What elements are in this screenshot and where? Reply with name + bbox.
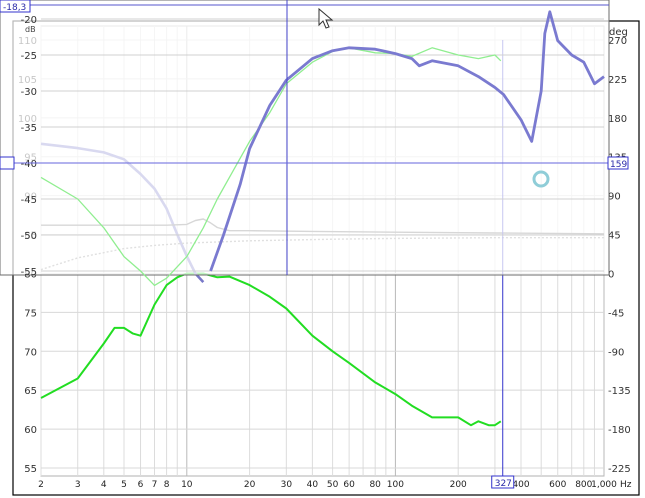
right-axis-tick-label: 180	[608, 114, 627, 125]
left-axis-tick-label: 75	[24, 308, 37, 319]
right-axis-tick-label: -90	[608, 347, 624, 358]
x-axis-tick-label: 6	[138, 480, 144, 490]
right-axis-tick-label: -180	[608, 425, 631, 436]
overlay-graph-panel[interactable]	[0, 0, 610, 276]
x-axis-unit: Hz	[620, 480, 632, 490]
x-axis-tick-label: 80	[369, 480, 381, 490]
cursor-frequency-value: 327	[495, 479, 512, 489]
overlay-axis-tick-label: -25	[21, 51, 37, 62]
overlay-axis-tick-label: -35	[21, 123, 37, 134]
overlay-axis-unit: dB	[25, 25, 36, 34]
right-axis-tick-label: -225	[608, 464, 631, 475]
x-axis-tick-label: 800	[575, 480, 592, 490]
overlay-axis-tick-label: -45	[21, 195, 37, 206]
x-axis-tick-label: 7	[152, 480, 158, 490]
x-axis-tick-label: 30	[281, 480, 293, 490]
right-axis-tick-label: 45	[608, 231, 621, 242]
x-axis-tick-label: 10	[181, 480, 193, 490]
overlay-axis-tick-label: -55	[21, 267, 37, 278]
x-axis-tick-label: 3	[75, 480, 81, 490]
x-axis-tick-label: 100	[387, 480, 404, 490]
x-axis-tick-label: 2	[38, 480, 44, 490]
right-axis-tick-label: 225	[608, 75, 627, 86]
overlay-axis-tick-label: -50	[21, 231, 37, 242]
x-axis-tick-label: 60	[343, 480, 355, 490]
right-axis-unit: deg	[609, 27, 628, 38]
graph-canvas[interactable]: 556065707580859095100105110 -225-180-135…	[0, 0, 645, 498]
cursor-left-marker	[0, 156, 15, 170]
left-axis-tick-label: 55	[24, 464, 37, 475]
right-axis-tick-label: -45	[608, 308, 624, 319]
x-axis-tick-label: 200	[450, 480, 467, 490]
x-axis-tick-label: 8	[164, 480, 170, 490]
x-axis-tick-label: 20	[244, 480, 256, 490]
overlay-axis-tick-label: -40	[21, 159, 37, 170]
left-axis-tick-label: 70	[24, 347, 37, 358]
x-axis-tick-label: 5	[121, 480, 127, 490]
left-axis-tick-label: 65	[24, 386, 37, 397]
x-axis-tick-label: 40	[307, 480, 319, 490]
cursor-level-value: -18,3	[3, 3, 26, 13]
x-axis-tick-label: 1,000	[591, 480, 617, 490]
right-axis-tick-label: 90	[608, 192, 621, 203]
x-axis-tick-label: 400	[512, 480, 529, 490]
overlay-axis-tick-label: -30	[21, 87, 37, 98]
right-axis-tick-label: -135	[608, 386, 631, 397]
cursor-right-value: 159	[610, 160, 627, 170]
x-axis-tick-label: 50	[327, 480, 339, 490]
left-axis-tick-label: 60	[24, 425, 37, 436]
x-axis-tick-label: 4	[101, 480, 107, 490]
measurement-graph[interactable]: 556065707580859095100105110 -225-180-135…	[0, 0, 645, 498]
x-axis-tick-label: 600	[549, 480, 566, 490]
